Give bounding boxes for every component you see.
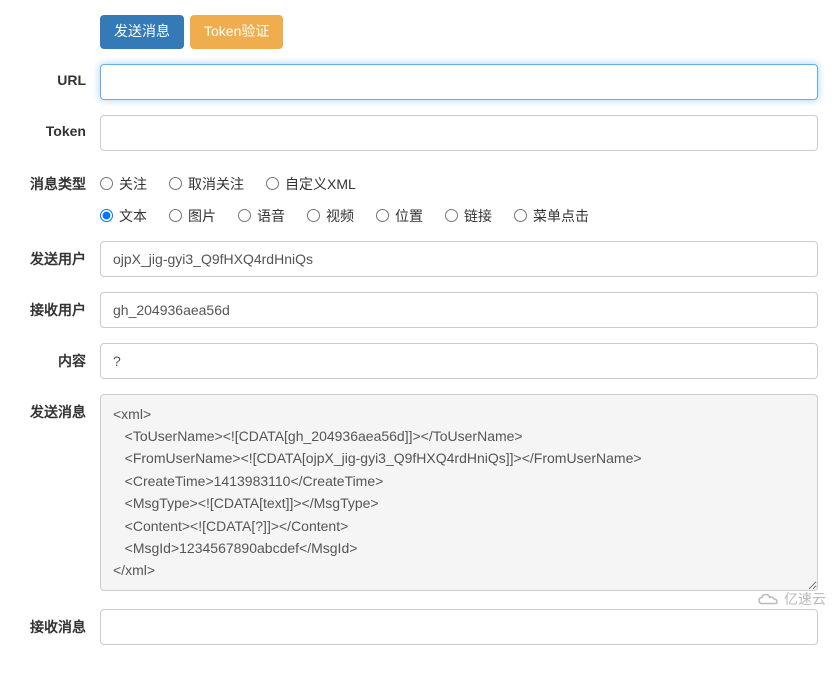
radio-location-input[interactable] — [376, 209, 389, 222]
radio-text-label: 文本 — [119, 206, 147, 226]
url-label: URL — [10, 64, 100, 88]
receive-message-label: 接收消息 — [10, 609, 100, 637]
send-message-textarea[interactable] — [100, 394, 818, 591]
radio-image-input[interactable] — [169, 209, 182, 222]
buttons-spacer — [10, 15, 100, 23]
radio-video-label: 视频 — [326, 206, 354, 226]
radio-menu-click-input[interactable] — [514, 209, 527, 222]
radio-follow-input[interactable] — [100, 177, 113, 190]
url-input[interactable] — [100, 64, 818, 100]
radio-video-input[interactable] — [307, 209, 320, 222]
token-verify-button[interactable]: Token验证 — [190, 15, 283, 49]
receive-message-input[interactable] — [100, 609, 818, 645]
radio-voice-label: 语音 — [257, 206, 285, 226]
send-user-label: 发送用户 — [10, 241, 100, 269]
send-user-input[interactable] — [100, 241, 818, 277]
radio-link-label: 链接 — [464, 206, 492, 226]
radio-location-label: 位置 — [395, 206, 423, 226]
radio-custom-xml-input[interactable] — [266, 177, 279, 190]
radio-link[interactable]: 链接 — [445, 206, 492, 226]
radio-menu-click[interactable]: 菜单点击 — [514, 206, 589, 226]
radio-custom-xml-label: 自定义XML — [285, 174, 356, 194]
radio-unfollow-input[interactable] — [169, 177, 182, 190]
radio-follow[interactable]: 关注 — [100, 174, 147, 194]
radio-video[interactable]: 视频 — [307, 206, 354, 226]
message-type-row-2: 文本 图片 语音 视频 位置 链接 — [100, 206, 818, 226]
radio-link-input[interactable] — [445, 209, 458, 222]
radio-image[interactable]: 图片 — [169, 206, 216, 226]
radio-voice-input[interactable] — [238, 209, 251, 222]
message-type-label: 消息类型 — [10, 166, 100, 194]
radio-menu-click-label: 菜单点击 — [533, 206, 589, 226]
content-input[interactable] — [100, 343, 818, 379]
send-message-label: 发送消息 — [10, 394, 100, 422]
radio-location[interactable]: 位置 — [376, 206, 423, 226]
content-label: 内容 — [10, 343, 100, 371]
send-message-button[interactable]: 发送消息 — [100, 15, 184, 49]
receive-user-input[interactable] — [100, 292, 818, 328]
radio-image-label: 图片 — [188, 206, 216, 226]
radio-custom-xml[interactable]: 自定义XML — [266, 174, 356, 194]
token-input[interactable] — [100, 115, 818, 151]
receive-user-label: 接收用户 — [10, 292, 100, 320]
radio-text[interactable]: 文本 — [100, 206, 147, 226]
radio-voice[interactable]: 语音 — [238, 206, 285, 226]
radio-follow-label: 关注 — [119, 174, 147, 194]
radio-unfollow[interactable]: 取消关注 — [169, 174, 244, 194]
radio-text-input[interactable] — [100, 209, 113, 222]
radio-unfollow-label: 取消关注 — [188, 174, 244, 194]
message-type-row-1: 关注 取消关注 自定义XML — [100, 174, 818, 194]
token-label: Token — [10, 115, 100, 139]
